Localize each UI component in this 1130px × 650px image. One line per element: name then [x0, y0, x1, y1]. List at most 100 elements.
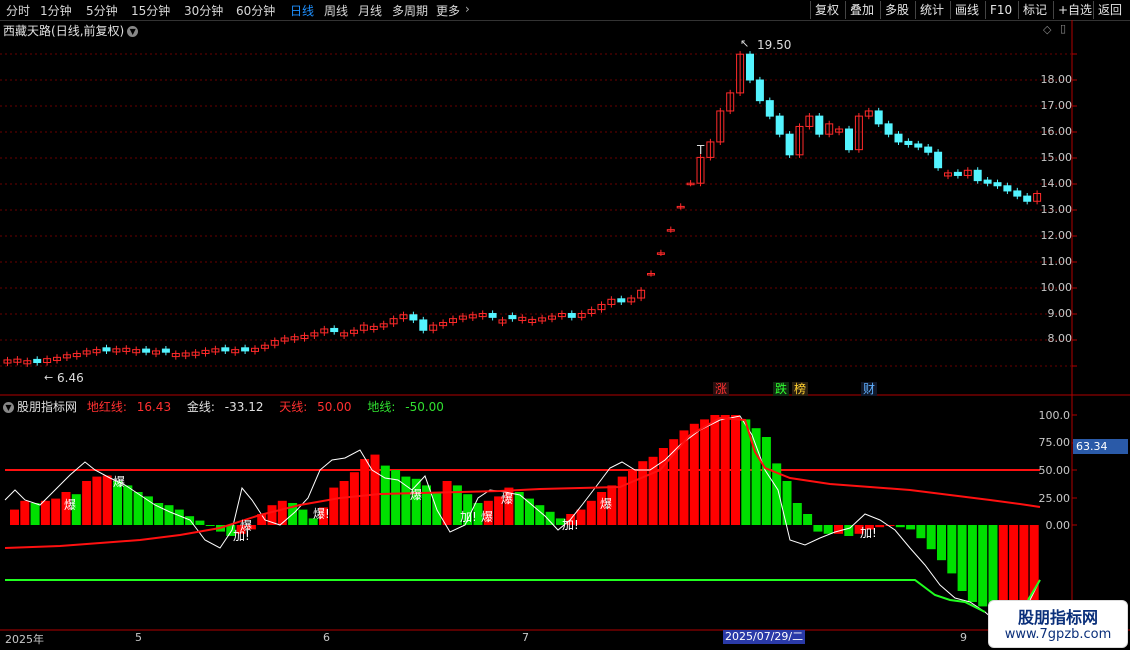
- tag-cai[interactable]: 财: [861, 382, 878, 396]
- dx-label: 地线:: [367, 400, 396, 414]
- signal-bao: 爆: [600, 497, 613, 511]
- jx-label: 金线:: [186, 400, 215, 414]
- indicator-bar: [916, 525, 926, 539]
- indicator-bar: [586, 500, 596, 525]
- candle-body: [409, 314, 418, 321]
- candle-body: [934, 151, 943, 169]
- indicator-bar: [370, 454, 380, 525]
- indicator-bar: [133, 492, 143, 525]
- indicator-bar: [349, 472, 359, 525]
- indicator-bar: [391, 470, 401, 525]
- price-axis-label: 15.00: [1040, 151, 1073, 164]
- tag-bang[interactable]: 榜: [792, 382, 809, 396]
- indicator-bar: [720, 415, 730, 525]
- chart-canvas[interactable]: [0, 0, 1130, 650]
- indicator-axis-label: 100.0: [1038, 409, 1071, 422]
- candle-body: [567, 312, 576, 318]
- indicator-bar: [906, 525, 916, 530]
- tag-die[interactable]: 跌: [773, 382, 790, 396]
- dhx-value: 16.43: [136, 400, 172, 414]
- indicator-bar: [761, 437, 771, 525]
- candle-body: [775, 115, 784, 135]
- watermark-url: www.7gpzb.com: [1004, 627, 1112, 642]
- earth-red-line: [4, 416, 1041, 549]
- indicator-bar: [82, 481, 92, 525]
- candle-body: [904, 140, 913, 146]
- candle-body: [161, 348, 170, 353]
- indicator-bar: [978, 525, 988, 607]
- indicator-bar: [988, 525, 998, 609]
- chevron-down-icon[interactable]: ▼: [3, 402, 14, 413]
- indicator-bar: [967, 525, 977, 602]
- indicator-bar: [947, 525, 957, 574]
- candle-body: [973, 169, 982, 182]
- candle-body: [953, 171, 962, 176]
- earth-line: [5, 579, 986, 613]
- tag-zhang[interactable]: 涨: [713, 382, 730, 396]
- indicator-bar: [102, 475, 112, 525]
- indicator-bar: [92, 476, 102, 525]
- indicator-bar: [205, 525, 215, 526]
- indicator-bar: [638, 461, 648, 525]
- indicator-axis-label: 75.00: [1038, 436, 1071, 449]
- indicator-bar: [10, 509, 19, 525]
- date-label-sep: 9: [960, 631, 967, 644]
- indicator-bar: [813, 525, 823, 532]
- indicator-bar: [998, 525, 1008, 609]
- indicator-bar: [710, 415, 720, 525]
- signal-baox: 爆!: [313, 507, 330, 521]
- indicator-bar: [792, 503, 802, 525]
- signal-jia: 加!: [460, 510, 477, 524]
- signal-bao: 爆: [113, 475, 126, 489]
- indicator-bar: [895, 525, 905, 528]
- candle-body: [617, 298, 626, 303]
- indicator-bar: [442, 481, 452, 525]
- signal-bao: 爆: [64, 498, 77, 512]
- indicator-bar: [422, 485, 431, 525]
- signal-jia: 加!: [860, 526, 877, 540]
- candle-body: [419, 319, 428, 331]
- price-axis-label: 11.00: [1040, 255, 1073, 268]
- indicator-bar: [628, 470, 637, 525]
- candle-body: [1023, 195, 1032, 202]
- cursor-date-label: 2025/07/29/二: [723, 630, 806, 644]
- indicator-bar: [1019, 525, 1029, 609]
- indicator-axis-label: 0.00: [1045, 519, 1071, 532]
- candle-body: [924, 146, 933, 153]
- low-arrow-icon: ←: [44, 371, 54, 384]
- candle-body: [330, 327, 339, 333]
- indicator-bar: [803, 514, 813, 525]
- indicator-axis-label: 50.00: [1038, 464, 1071, 477]
- candle-body: [241, 347, 250, 352]
- indicator-bar: [1009, 525, 1019, 609]
- indicator-bar: [658, 448, 668, 525]
- indicator-bar: [937, 525, 946, 561]
- dhx-label: 地红线:: [86, 400, 127, 414]
- date-label-year: 2025年: [5, 633, 44, 646]
- high-arrow-icon: ↖: [740, 37, 750, 50]
- watermark-logo: 股朋指标网 www.7gpzb.com: [988, 600, 1128, 648]
- jx-value: -33.12: [224, 400, 264, 414]
- indicator-bar: [380, 465, 390, 525]
- current-value-label: 63.34: [1073, 439, 1128, 454]
- indicator-bar: [782, 481, 792, 525]
- indicator-bar: [298, 509, 308, 525]
- indicator-bar: [700, 419, 710, 525]
- signal-bao: 爆: [501, 492, 514, 506]
- candle-body: [874, 110, 883, 125]
- candle-body: [488, 312, 497, 318]
- candle-body: [993, 182, 1002, 187]
- price-axis-label: 17.00: [1040, 99, 1073, 112]
- date-label-july: 7: [522, 631, 529, 644]
- date-label-may: 5: [135, 631, 142, 644]
- candle-body: [142, 348, 151, 353]
- indicator-bar: [689, 423, 699, 525]
- price-axis-label: 13.00: [1040, 203, 1073, 216]
- candle-body: [508, 315, 517, 320]
- signal-jia: 加!: [562, 518, 579, 532]
- candle-body: [894, 133, 903, 143]
- indicator-bar: [360, 459, 370, 525]
- indicator-bar: [339, 481, 349, 525]
- indicator-bar: [51, 498, 61, 525]
- indicator-bar: [195, 520, 205, 525]
